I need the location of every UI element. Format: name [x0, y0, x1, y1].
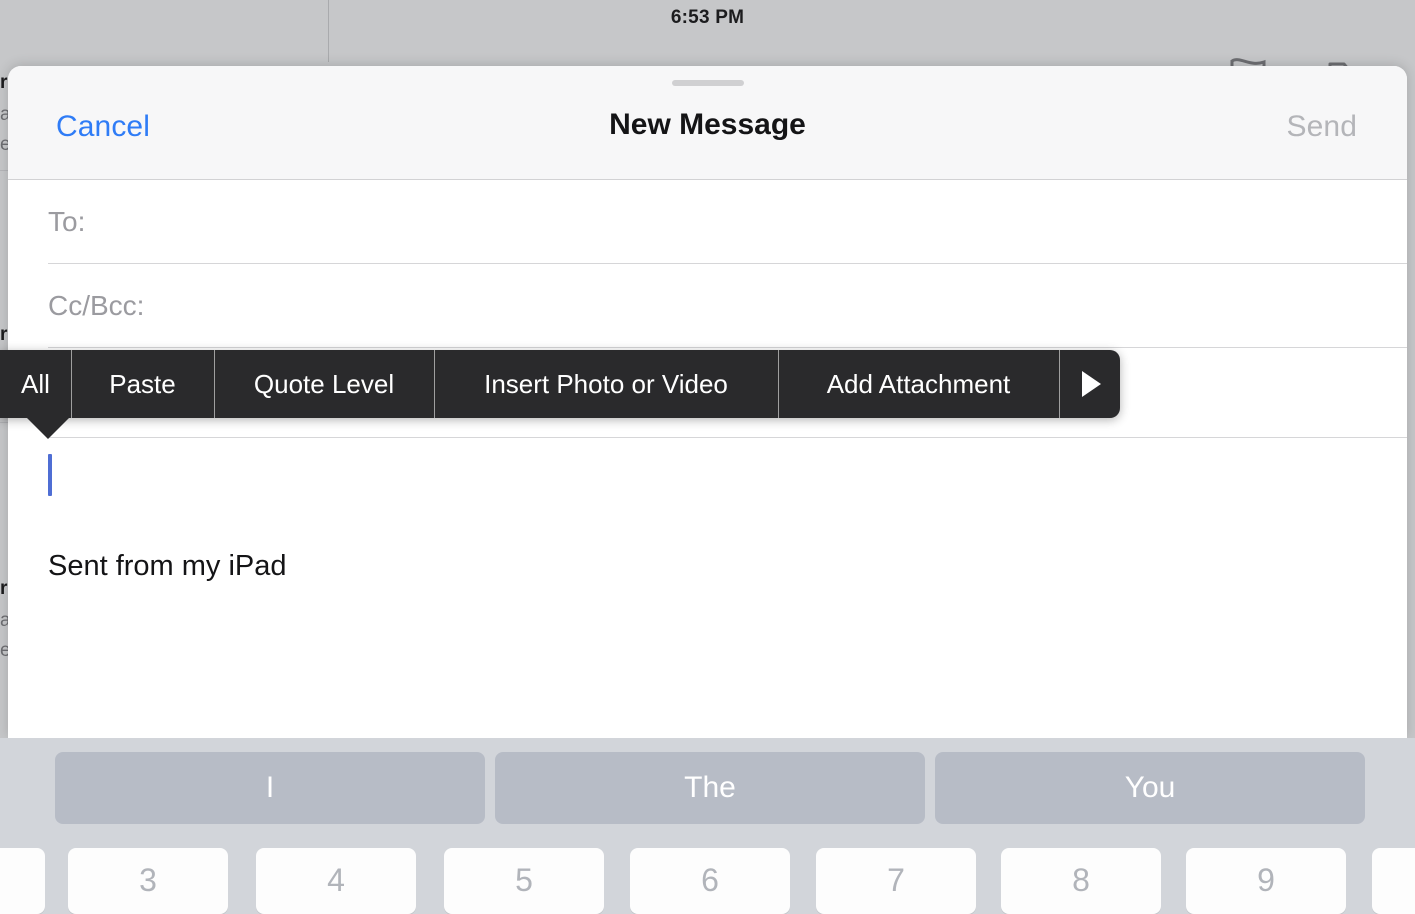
key-8[interactable]: 8 [1001, 848, 1161, 914]
email-signature: Sent from my iPad [48, 550, 287, 582]
cc-bcc-input[interactable] [158, 264, 1387, 348]
status-bar: 6:53 PM [0, 0, 1415, 62]
menu-item-paste[interactable]: Paste [71, 350, 214, 418]
key-7[interactable]: 7 [816, 848, 976, 914]
menu-item-select-all[interactable]: All [0, 350, 71, 418]
menu-item-insert-photo-video[interactable]: Insert Photo or Video [434, 350, 778, 418]
menu-next-page-button[interactable] [1059, 350, 1120, 418]
edit-context-menu[interactable]: All Paste Quote Level Insert Photo or Vi… [0, 350, 1120, 418]
to-field-row[interactable]: To: [8, 180, 1407, 264]
compose-header: Cancel New Message Send [8, 66, 1407, 180]
to-field-label: To: [48, 206, 86, 237]
menu-pointer-arrow [27, 418, 69, 439]
text-caret [48, 454, 52, 496]
status-bar-clock: 6:53 PM [670, 7, 745, 28]
key-partial-right[interactable] [1372, 848, 1415, 914]
key-3[interactable]: 3 [68, 848, 228, 914]
key-4[interactable]: 4 [256, 848, 416, 914]
to-input[interactable] [158, 180, 1387, 264]
suggestion-button[interactable]: I [55, 752, 485, 824]
field-divider [48, 437, 1407, 438]
suggestion-button[interactable]: The [495, 752, 925, 824]
sheet-grabber-handle[interactable] [671, 80, 744, 86]
cc-bcc-field-label: Cc/Bcc: [48, 290, 145, 321]
predictive-suggestion-bar: I The You [0, 738, 1415, 848]
cc-bcc-field-row[interactable]: Cc/Bcc: [8, 264, 1407, 348]
suggestion-button[interactable]: You [935, 752, 1365, 824]
key-5[interactable]: 5 [444, 848, 604, 914]
key-9[interactable]: 9 [1186, 848, 1346, 914]
on-screen-keyboard[interactable]: I The You 3 4 5 6 7 8 9 [0, 738, 1415, 914]
key-partial-left[interactable] [0, 848, 45, 914]
menu-item-quote-level[interactable]: Quote Level [214, 350, 434, 418]
menu-item-add-attachment[interactable]: Add Attachment [778, 350, 1059, 418]
key-6[interactable]: 6 [630, 848, 790, 914]
triangle-right-icon [1082, 371, 1101, 397]
page-title: New Message [609, 108, 806, 141]
send-button[interactable]: Send [1287, 110, 1357, 144]
number-key-row: 3 4 5 6 7 8 9 [0, 848, 1415, 914]
